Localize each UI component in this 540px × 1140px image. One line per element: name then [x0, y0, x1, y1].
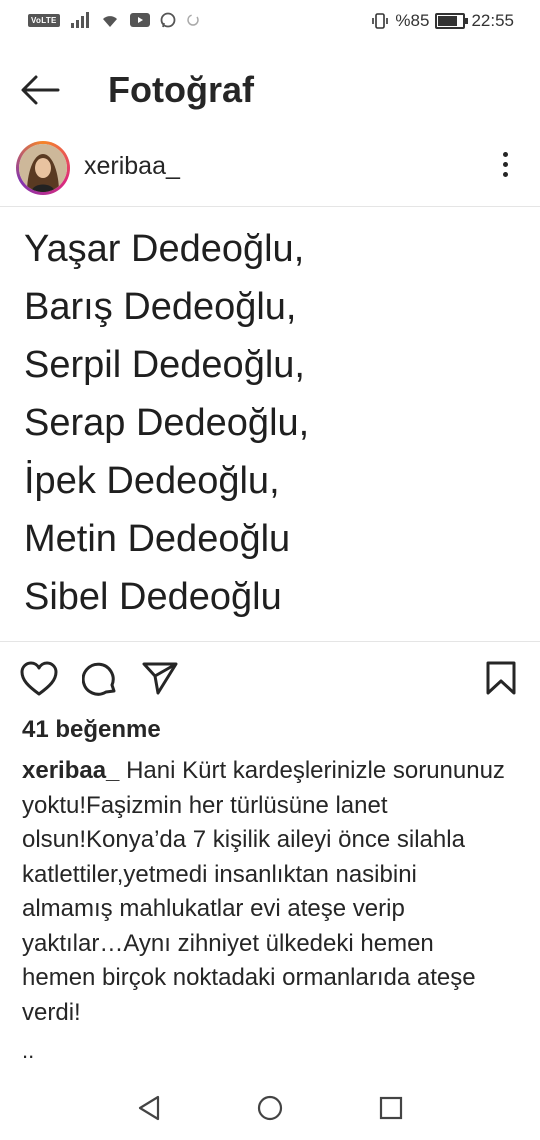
avatar-story-ring[interactable] [16, 141, 70, 195]
sync-icon [186, 14, 199, 26]
caption-text: Hani Kürt kardeşlerinizle sorununuz yokt… [22, 757, 505, 1026]
nav-back-button[interactable] [136, 1094, 162, 1127]
more-vertical-icon [490, 152, 520, 177]
save-button[interactable] [486, 661, 516, 700]
image-text-line: Metin Dedeoğlu [24, 518, 291, 560]
triangle-back-icon [138, 1095, 160, 1121]
image-text-line: Barış Dedeoğlu, [24, 286, 297, 328]
likes-count[interactable]: 41 beğenme [22, 716, 161, 744]
caption-more-indicator[interactable]: .. [22, 1038, 34, 1064]
wifi-icon [102, 16, 117, 27]
whatsapp-icon [160, 12, 176, 28]
post-actions [0, 655, 540, 705]
comment-button[interactable] [81, 661, 118, 702]
signal-icon [70, 12, 89, 28]
clock: 22:55 [471, 11, 514, 30]
image-text-line: Sibel Dedeoğlu [24, 576, 282, 618]
square-recents-icon [379, 1096, 403, 1120]
arrow-left-icon [21, 75, 60, 105]
post-username[interactable]: xeribaa_ [84, 152, 180, 181]
image-text-line: Serap Dedeoğlu, [24, 402, 310, 444]
share-button[interactable] [142, 661, 178, 700]
battery-icon [435, 13, 469, 29]
bookmark-icon [486, 661, 516, 695]
status-right: %85 22:55 [371, 11, 514, 31]
comment-icon [81, 662, 116, 696]
battery-fill [438, 16, 458, 26]
nav-recents-button[interactable] [378, 1094, 404, 1127]
post-header: xeribaa_ [0, 140, 540, 200]
divider [0, 206, 540, 207]
caption-username[interactable]: xeribaa_ [22, 757, 119, 784]
image-text-line: Yaşar Dedeoğlu, [24, 228, 305, 270]
back-button[interactable] [18, 70, 62, 110]
image-text-line: İpek Dedeoğlu, [24, 460, 280, 502]
status-bar: VoLTE %85 22:55 [0, 0, 540, 44]
caption: xeribaa_ Hani Kürt kardeşlerinizle sorun… [22, 754, 512, 1030]
divider [0, 641, 540, 642]
system-nav-bar [0, 1080, 540, 1140]
avatar-image [19, 144, 67, 192]
youtube-icon [129, 13, 150, 27]
circle-home-icon [257, 1095, 283, 1121]
post-image[interactable]: Yaşar Dedeoğlu, Barış Dedeoğlu, Serpil D… [0, 208, 540, 641]
vibrate-icon [372, 13, 389, 29]
battery-percent: %85 [395, 11, 430, 30]
page-title: Fotoğraf [108, 69, 254, 110]
heart-icon [20, 661, 58, 696]
image-text-line: Serpil Dedeoğlu, [24, 344, 305, 386]
send-icon [142, 662, 178, 695]
more-options-button[interactable] [490, 152, 520, 186]
app-header: Fotoğraf [0, 60, 540, 120]
status-left: VoLTE [28, 12, 200, 28]
volte-badge: VoLTE [28, 13, 60, 27]
nav-home-button[interactable] [256, 1094, 284, 1127]
like-button[interactable] [20, 661, 58, 702]
avatar [19, 144, 67, 192]
